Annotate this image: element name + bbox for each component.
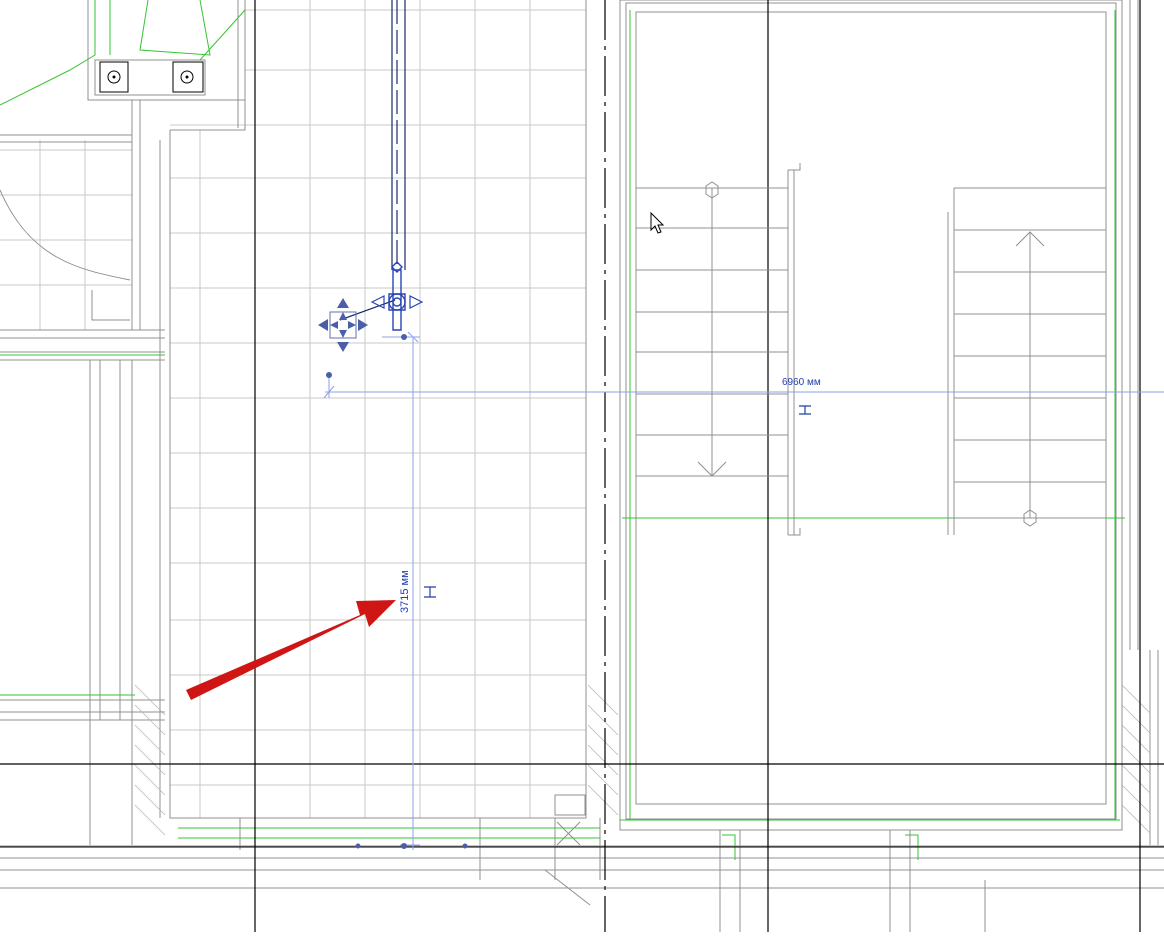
green-lines: [0, 0, 1125, 860]
mouse-cursor-icon: [650, 211, 665, 234]
dimension-label-vertical[interactable]: 3715 мм: [399, 570, 411, 613]
dimension-label-horizontal[interactable]: 6960 мм: [782, 377, 821, 388]
selected-pipe[interactable]: [339, 0, 406, 321]
structural-grid-lines: [0, 0, 1164, 932]
cad-viewport[interactable]: 6960 мм 3715 мм: [0, 0, 1164, 932]
wall-hatching: [134, 684, 1151, 836]
staircase: [636, 163, 1106, 536]
dimension-lock-icon[interactable]: [799, 405, 811, 415]
plumbing-fixtures: [99, 61, 204, 93]
walls: [0, 0, 1164, 932]
move-arrows-icon[interactable]: [318, 298, 368, 352]
pipe-fitting[interactable]: [388, 261, 406, 331]
dimension-lock-icon[interactable]: [424, 586, 436, 598]
